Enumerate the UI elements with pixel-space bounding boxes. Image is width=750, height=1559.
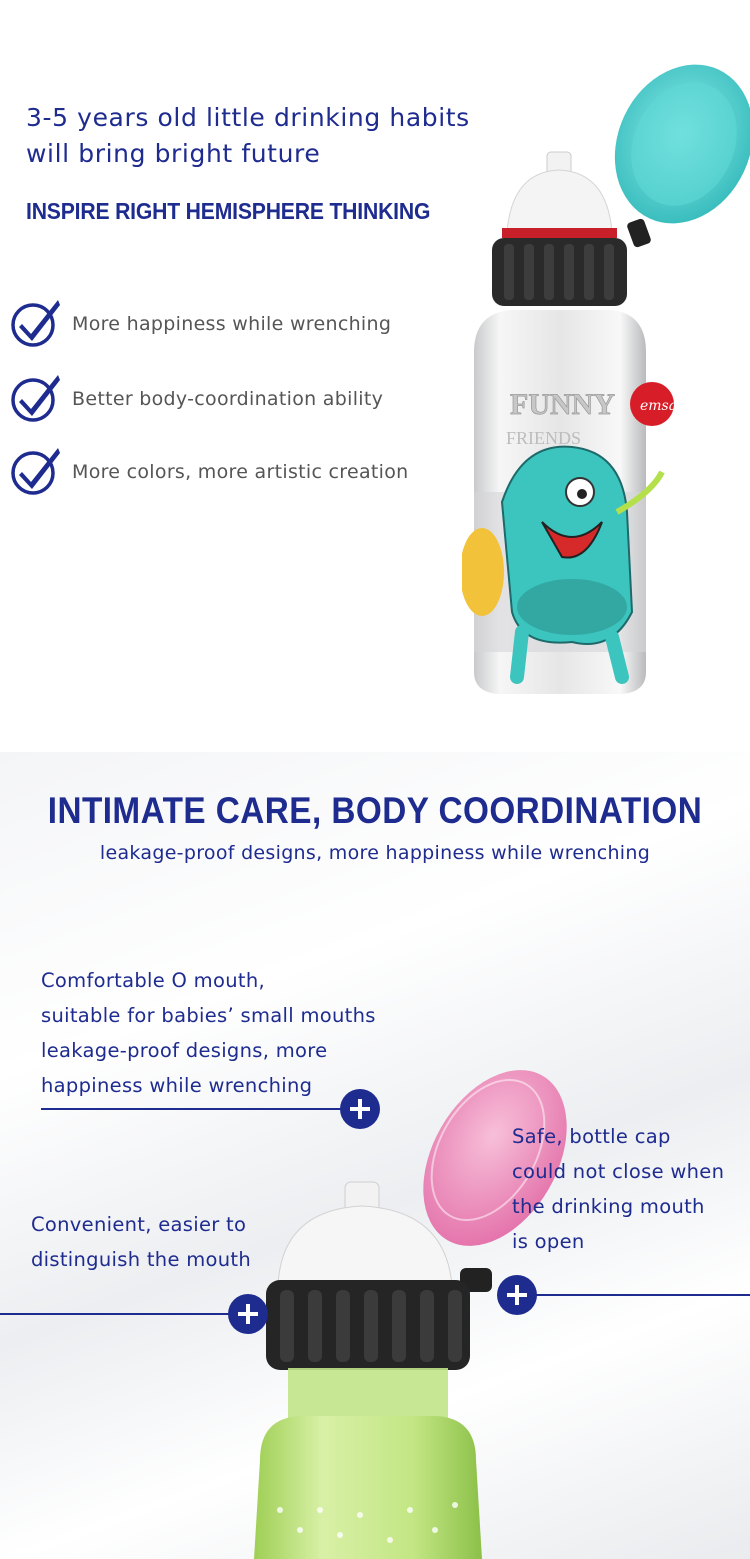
callout-convenient: Convenient, easier to distinguish the mo… — [31, 1207, 251, 1277]
callout-mouth-line — [41, 1108, 341, 1110]
checkmark-icon — [11, 375, 60, 422]
callout-safe-line — [535, 1294, 750, 1296]
feature-item: Better body-coordination ability — [10, 371, 460, 422]
kids-bottle-image: FUNNY FRIENDS emsa — [462, 64, 750, 694]
feature-item: More happiness while wrenching — [10, 296, 460, 347]
callout-convenient-line-2: distinguish the mouth — [31, 1248, 252, 1271]
callout-mouth: Comfortable O mouth, suitable for babies… — [41, 963, 376, 1103]
headline-line-1: 3-5 years old little drinking habits — [26, 103, 470, 132]
bottle-print-subtitle: FRIENDS — [506, 428, 581, 448]
plus-icon[interactable] — [340, 1089, 380, 1129]
bottle-print-title: FUNNY — [510, 388, 615, 421]
feature-text: More colors, more artistic creation — [72, 461, 409, 483]
callout-safe-line-4: is open — [512, 1230, 585, 1253]
headline-line-2: will bring bright future — [26, 139, 321, 168]
callout-convenient-line — [0, 1313, 230, 1315]
callout-mouth-line-1: Comfortable O mouth, — [41, 969, 265, 992]
intro-subhead: INSPIRE RIGHT HEMISPHERE THINKING — [26, 198, 431, 224]
callout-safe-line-1: Safe, bottle cap — [512, 1125, 671, 1148]
callout-mouth-line-3: leakage-proof designs, more — [41, 1039, 328, 1062]
feature-item: More colors, more artistic creation — [10, 444, 460, 495]
feature-text: Better body-coordination ability — [72, 388, 384, 410]
checkmark-icon — [11, 448, 60, 495]
plus-icon[interactable] — [228, 1294, 268, 1334]
section-title: INTIMATE CARE, BODY COORDINATION — [47, 790, 703, 831]
bottle-brand-logo: emsa — [640, 398, 677, 414]
callout-convenient-line-1: Convenient, easier to — [31, 1213, 247, 1236]
plus-icon[interactable] — [497, 1275, 537, 1315]
section-subtitle: leakage-proof designs, more happiness wh… — [99, 842, 651, 864]
callout-mouth-line-4: happiness while wrenching — [41, 1074, 313, 1097]
callout-safe-line-3: the drinking mouth — [512, 1195, 705, 1218]
callout-mouth-line-2: suitable for babies’ small mouths — [41, 1004, 376, 1027]
checkmark-icon — [11, 300, 60, 347]
callout-safe-line-2: could not close when — [512, 1160, 725, 1183]
intro-headline: 3-5 years old little drinking habits wil… — [26, 100, 526, 172]
callout-safe: Safe, bottle cap could not close when th… — [512, 1119, 724, 1259]
intro-section: 3-5 years old little drinking habits wil… — [0, 0, 750, 752]
feature-text: More happiness while wrenching — [72, 313, 392, 335]
